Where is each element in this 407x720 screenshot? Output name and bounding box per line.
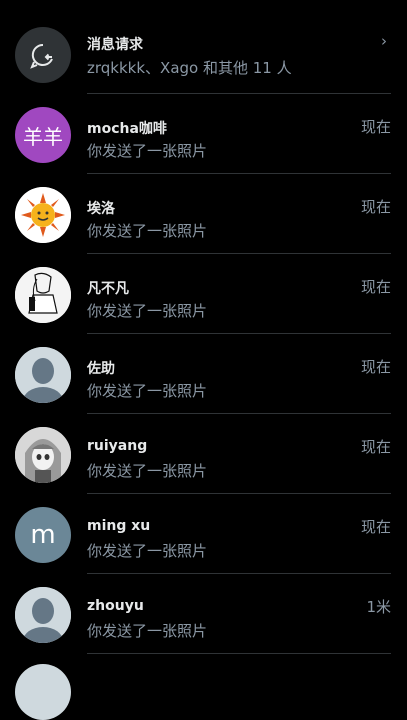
conversation-name: 埃洛 [87,201,115,217]
conversation-row[interactable]: ruiyang 你发送了一张照片 现在 [0,414,407,494]
conversation-preview: 你发送了一张照片 [87,542,208,560]
message-request-icon [15,27,71,83]
conversation-row[interactable]: 凡不凡 你发送了一张照片 现在 [0,254,407,334]
avatar-text: 羊羊 [23,124,63,149]
conversation-time: 现在 [360,518,391,536]
conversation-name: mocha咖啡 [87,121,167,137]
avatar: m [15,507,71,563]
conversation-name: ruiyang [87,438,148,454]
conversation-name: 凡不凡 [87,281,129,297]
conversation-name: 佐助 [87,361,115,377]
message-requests-row[interactable]: 消息请求 zrqkkkk、Xago 和其他 11 人 › [0,0,407,94]
conversation-row[interactable]: m ming xu 你发送了一张照片 现在 [0,494,407,574]
message-requests-title: 消息请求 [87,37,143,53]
conversation-preview: 你发送了一张照片 [87,302,208,320]
conversation-name: zhouyu [87,598,144,614]
conversation-preview: 你发送了一张照片 [87,222,208,240]
conversation-time: 现在 [360,438,391,456]
conversation-preview: 你发送了一张照片 [87,462,208,480]
avatar: 羊羊 [15,107,71,163]
conversation-row[interactable]: zhouyu 你发送了一张照片 1米 [0,574,407,654]
conversation-row[interactable]: 佐助 你发送了一张照片 现在 [0,334,407,414]
conversation-time: 现在 [360,118,391,136]
default-profile-icon [15,587,71,643]
anime-girl-avatar-icon [15,427,71,483]
conversation-name: ming xu [87,518,151,534]
conversation-time: 现在 [360,278,391,296]
chevron-right-icon: › [381,32,387,50]
conversation-time: 现在 [360,198,391,216]
conversation-preview: 你发送了一张照片 [87,142,208,160]
divider [87,653,391,654]
message-requests-subtitle: zrqkkkk、Xago 和其他 11 人 [87,59,292,77]
conversation-preview: 你发送了一张照片 [87,622,208,640]
conversation-row[interactable]: 埃洛 你发送了一张照片 现在 [0,174,407,254]
default-profile-icon [15,347,71,403]
avatar-text: m [30,520,56,550]
anime-sketch-avatar-icon [15,267,71,323]
conversation-row[interactable]: 羊羊 mocha咖啡 你发送了一张照片 现在 [0,94,407,174]
sun-avatar-icon [15,187,71,243]
conversation-preview: 你发送了一张照片 [87,382,208,400]
conversation-time: 1米 [366,598,391,616]
default-profile-icon[interactable] [15,664,71,720]
conversation-time: 现在 [360,358,391,376]
